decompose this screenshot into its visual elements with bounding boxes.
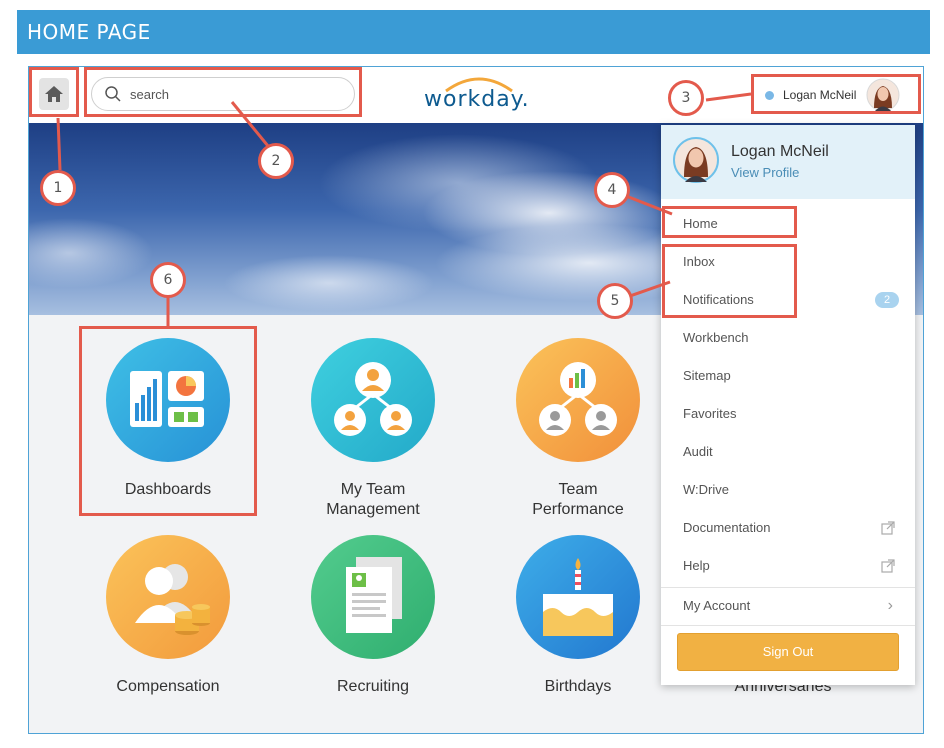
menu-item-documentation[interactable]: Documentation <box>661 509 915 547</box>
app-compensation[interactable]: Compensation <box>88 535 248 697</box>
birthday-cake-icon <box>516 535 640 659</box>
app-label: Birthdays <box>544 678 612 695</box>
banner-title: HOME PAGE <box>27 20 151 44</box>
annotation-number-1: 1 <box>40 170 76 206</box>
menu-item-my-account[interactable]: My Account › <box>661 587 915 625</box>
app-team-performance[interactable]: Team Performance <box>498 338 658 520</box>
external-link-icon <box>881 521 895 535</box>
app-birthdays[interactable]: Birthdays <box>498 535 658 697</box>
annotation-box-home-item <box>662 206 797 238</box>
compensation-icon <box>106 535 230 659</box>
app-label: Recruiting <box>336 678 410 695</box>
annotation-number-6: 6 <box>150 262 186 298</box>
menu-item-wdrive[interactable]: W:Drive <box>661 471 915 509</box>
menu-item-favorites[interactable]: Favorites <box>661 395 915 433</box>
team-management-icon <box>311 338 435 462</box>
annotation-box-search <box>84 67 362 117</box>
annotation-number-2: 2 <box>258 143 294 179</box>
external-link-icon <box>881 559 895 573</box>
annotation-number-3: 3 <box>668 80 704 116</box>
chevron-right-icon: › <box>887 597 893 614</box>
app-label: Team Performance <box>532 481 624 518</box>
app-recruiting[interactable]: Recruiting <box>293 535 453 697</box>
app-my-team-management[interactable]: My Team Management <box>293 338 453 520</box>
menu-item-sitemap[interactable]: Sitemap <box>661 357 915 395</box>
profile-name: Logan McNeil <box>731 143 829 160</box>
annotation-number-4: 4 <box>594 172 630 208</box>
annotation-box-user <box>751 74 921 114</box>
view-profile-link[interactable]: View Profile <box>731 165 799 180</box>
menu-item-audit[interactable]: Audit <box>661 433 915 471</box>
recruiting-icon <box>311 535 435 659</box>
sign-out-button[interactable]: Sign Out <box>677 633 899 671</box>
avatar <box>673 137 719 183</box>
logo-text: workday. <box>424 87 530 112</box>
annotation-box-home <box>29 67 79 117</box>
menu-divider <box>661 625 915 626</box>
annotation-number-5: 5 <box>597 283 633 319</box>
app-label: My Team Management <box>326 481 420 518</box>
notification-count-badge: 2 <box>875 292 899 308</box>
menu-item-help[interactable]: Help <box>661 547 915 585</box>
page-banner: HOME PAGE <box>17 10 930 54</box>
app-label: Compensation <box>116 678 220 695</box>
team-performance-icon <box>516 338 640 462</box>
annotation-box-inbox-notifications <box>662 244 797 318</box>
workday-logo[interactable]: workday. <box>424 73 534 117</box>
annotation-box-dashboards <box>79 326 257 516</box>
menu-item-workbench[interactable]: Workbench <box>661 319 915 357</box>
profile-header[interactable]: Logan McNeil View Profile <box>661 125 915 199</box>
